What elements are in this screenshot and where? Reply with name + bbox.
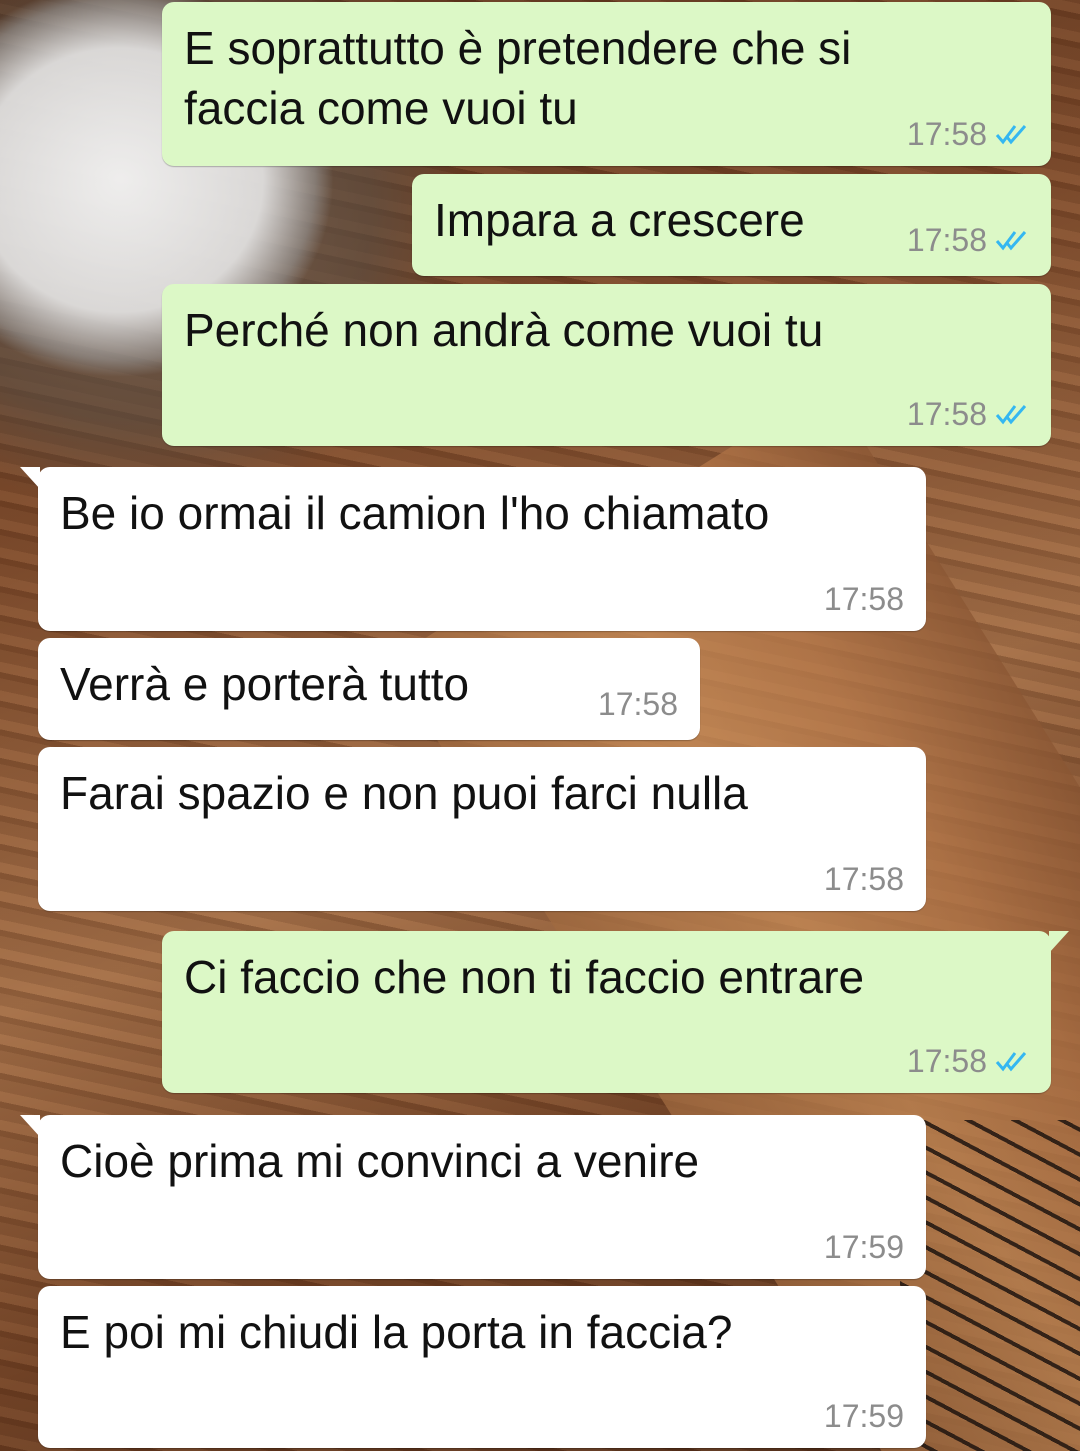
message-text: E soprattutto è pretendere che si faccia… [184, 22, 852, 134]
message-meta: 17:58 [824, 581, 904, 617]
message-meta: 17:59 [824, 1229, 904, 1265]
message-meta: 17:58 [907, 396, 1029, 432]
message-bubble-outgoing[interactable]: Perché non andrà come vuoi tu 17:58 [162, 284, 1051, 446]
message-meta: 17:59 [824, 1398, 904, 1434]
message-time: 17:58 [823, 581, 904, 617]
message-time: 17:59 [823, 1229, 904, 1265]
message-time: 17:58 [597, 686, 678, 722]
message-bubble-incoming[interactable]: Be io ormai il camion l'ho chiamato 17:5… [20, 467, 926, 631]
double-check-read-icon [995, 123, 1029, 145]
message-bubble-outgoing[interactable]: Ci faccio che non ti faccio entrare 17:5… [162, 931, 1069, 1093]
double-check-read-icon [995, 1050, 1029, 1072]
message-meta: 17:58 [598, 686, 678, 722]
message-time: 17:58 [906, 116, 987, 152]
double-check-read-icon [995, 229, 1029, 251]
message-time: 17:58 [906, 396, 987, 432]
message-bubble-incoming[interactable]: Cioè prima mi convinci a venire 17:59 [20, 1115, 926, 1279]
message-meta: 17:58 [824, 861, 904, 897]
message-bubble-incoming[interactable]: Farai spazio e non puoi farci nulla 17:5… [38, 747, 926, 911]
message-bubble-outgoing[interactable]: Impara a crescere 17:58 [412, 174, 1051, 276]
message-time: 17:58 [906, 1043, 987, 1079]
chat-messages-list[interactable]: E soprattutto è pretendere che si faccia… [0, 0, 1080, 1451]
message-bubble-incoming[interactable]: E poi mi chiudi la porta in faccia? 17:5… [38, 1286, 926, 1448]
message-text: Farai spazio e non puoi farci nulla [60, 767, 748, 819]
message-text: E poi mi chiudi la porta in faccia? [60, 1306, 733, 1358]
message-text: Verrà e porterà tutto [60, 658, 470, 710]
message-time: 17:58 [906, 222, 987, 258]
message-meta: 17:58 [907, 1043, 1029, 1079]
message-bubble-outgoing[interactable]: E soprattutto è pretendere che si faccia… [162, 2, 1051, 166]
message-text: Be io ormai il camion l'ho chiamato [60, 487, 770, 539]
message-meta: 17:58 [907, 222, 1029, 258]
message-meta: 17:58 [907, 116, 1029, 152]
double-check-read-icon [995, 403, 1029, 425]
message-text: Ci faccio che non ti faccio entrare [184, 951, 865, 1003]
message-text: Perché non andrà come vuoi tu [184, 304, 824, 356]
message-text: Cioè prima mi convinci a venire [60, 1135, 700, 1187]
message-time: 17:58 [823, 861, 904, 897]
message-time: 17:59 [823, 1398, 904, 1434]
message-bubble-incoming[interactable]: Verrà e porterà tutto 17:58 [38, 638, 700, 740]
